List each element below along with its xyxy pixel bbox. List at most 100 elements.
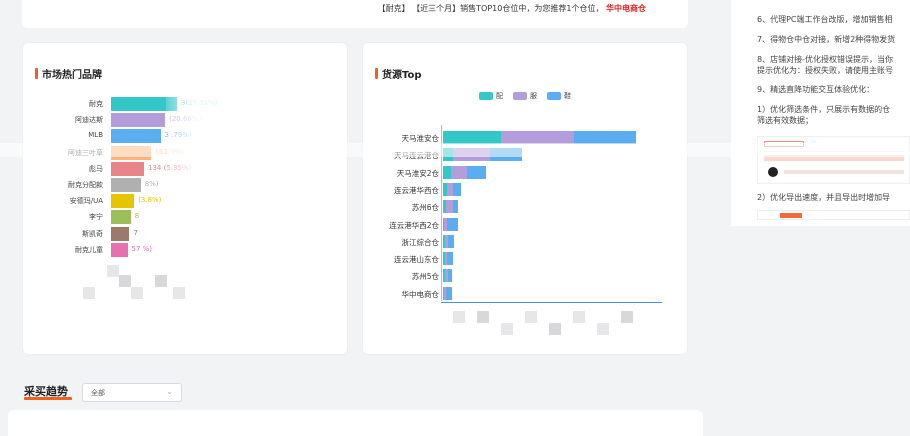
note-line: 9、精选直降功能交互体验优化： (757, 85, 875, 94)
brand-label: 斯凯奇 (82, 229, 103, 238)
brand-label: 彪马 (89, 164, 103, 173)
brand-value-label: 8 (134, 212, 140, 221)
warehouse-label: 苏州6仓 (411, 203, 439, 213)
blur-block (501, 323, 513, 335)
blur-block (525, 311, 537, 323)
bar-segment (447, 217, 458, 231)
bar-segment (467, 165, 486, 179)
blur-block (173, 287, 185, 299)
screenshot-thumbnail (757, 210, 910, 220)
legend-swatch (513, 92, 527, 100)
blur-block (477, 311, 489, 323)
brand-bar[interactable] (111, 226, 130, 241)
legend-item[interactable]: 鞋 (547, 91, 571, 101)
brand-value-label: 7 (133, 228, 138, 237)
note-line: 提示优化为：授权失败，请使用主账号 (757, 66, 893, 75)
chart-legend: 配服鞋 (363, 91, 687, 101)
blur-block (453, 311, 465, 323)
trend-filter-value: 全部 (91, 389, 105, 397)
note-line: 2）优化导出速度，并且导出时增加导 (757, 193, 891, 202)
trend-filter-select[interactable]: 全部 ⌄ (82, 383, 182, 402)
warehouse-label: 苏州5仓 (411, 272, 439, 282)
brand-bar[interactable] (111, 242, 128, 257)
warehouse-stacked-bar[interactable] (443, 182, 461, 196)
recommendation-notice: 【耐克】 【近三个月】销售TOP10仓位中，为您推荐1个仓位， 华中电商仓 (378, 3, 646, 14)
title-accent (375, 68, 378, 79)
legend-label: 鞋 (564, 92, 571, 100)
brand-label: 耐克分配款 (68, 181, 103, 189)
render-artifact-band (0, 143, 910, 157)
brand-label: 李宁 (89, 213, 103, 222)
brand-label: 阿迪达斯 (75, 116, 103, 125)
blurred-region (166, 95, 246, 255)
notice-text: 【近三个月】销售TOP10仓位中，为您推荐1个仓位， (412, 4, 604, 13)
note-line: 筛选有效数据； (757, 116, 813, 125)
brand-value-label: (3.8%) (138, 196, 162, 205)
supply-top-card: 货源Top 配服鞋 天马淮安仓天马连云港仓天马淮安2仓连云港华西仓苏州6仓连云港… (362, 42, 688, 355)
bar-segment (443, 165, 451, 179)
warehouse-label: 连云港山东仓 (394, 255, 439, 265)
warehouse-stacked-bar[interactable] (443, 217, 458, 231)
blur-block (131, 287, 143, 299)
brand-label: MLB (88, 131, 103, 140)
brand-value-label: 8%) (144, 180, 159, 188)
update-notes-panel: 6、代理PC端工作台改版，增加销售相 7、得物仓中仓对接，新增2种得物发货 8、… (731, 0, 910, 226)
note-line: 6、代理PC端工作台改版，增加销售相 (757, 15, 893, 24)
warehouse-label: 华中电商仓 (401, 289, 440, 299)
brand-label: 安德玛/UA (69, 197, 103, 206)
brand-bar[interactable] (111, 178, 141, 192)
warehouse-stacked-bar[interactable] (443, 252, 453, 266)
warehouse-card-title: 货源Top (375, 66, 422, 81)
brand-value-label: 57 %) (131, 244, 153, 253)
blur-block (119, 275, 131, 287)
warehouse-label: 连云港华西仓 (394, 185, 439, 195)
warehouse-label: 浙江综合仓 (401, 237, 440, 247)
blur-block (107, 265, 119, 277)
legend-swatch (479, 92, 493, 100)
warehouse-stacked-bar[interactable] (443, 286, 452, 300)
legend-label: 配 (496, 92, 503, 100)
title-accent (35, 68, 38, 79)
bar-segment (448, 269, 452, 283)
warehouse-label: 连云港华西2仓 (389, 220, 439, 230)
legend-swatch (547, 92, 561, 100)
blur-block (621, 311, 633, 323)
chevron-down-icon: ⌄ (166, 387, 173, 396)
bar-segment (446, 200, 453, 214)
bar-segment (451, 165, 467, 179)
brand-bar[interactable] (111, 210, 131, 225)
blur-block (155, 275, 167, 287)
warehouse-card-title-text: 货源Top (382, 70, 422, 81)
blur-block (597, 323, 609, 335)
warehouse-stacked-bar[interactable] (443, 234, 454, 248)
bar-segment (446, 286, 452, 300)
note-line: 1）优化筛选条件，只展示有数据的仓 (757, 105, 891, 114)
trend-chart-card (8, 410, 703, 436)
notice-brand-tag: 【耐克】 (377, 4, 410, 13)
blur-block (573, 311, 585, 323)
brand-bar[interactable] (111, 194, 135, 209)
brand-bar[interactable] (111, 161, 144, 176)
brand-label: 耐克儿童 (75, 245, 103, 254)
bar-segment (453, 200, 458, 214)
bar-segment (447, 252, 453, 266)
warehouse-stacked-bar[interactable] (443, 200, 458, 214)
brand-bar[interactable] (111, 113, 166, 128)
legend-item[interactable]: 服 (513, 91, 537, 101)
warehouse-stacked-bar[interactable] (443, 165, 486, 179)
blur-block (549, 323, 561, 335)
blur-block (83, 287, 95, 299)
brand-card-title: 市场热门品牌 (35, 66, 102, 81)
recommendation-notice-card: 【耐克】 【近三个月】销售TOP10仓位中，为您推荐1个仓位， 华中电商仓 (22, 0, 688, 28)
warehouse-stacked-bar[interactable] (443, 269, 452, 283)
note-line: 7、得物仓中仓对接，新增2种得物发货 (757, 35, 896, 44)
legend-item[interactable]: 配 (479, 91, 503, 101)
brand-bar[interactable] (111, 129, 161, 144)
brand-card-title-text: 市场热门品牌 (42, 70, 102, 81)
brand-label: 耐克 (89, 100, 103, 108)
note-line: 8、店铺对接-优化授权错误提示，当你 (757, 55, 893, 64)
bar-segment (453, 182, 461, 196)
x-axis (441, 302, 662, 303)
notice-highlight-warehouse[interactable]: 华中电商仓 (606, 4, 646, 13)
trend-title-underline (24, 397, 72, 400)
